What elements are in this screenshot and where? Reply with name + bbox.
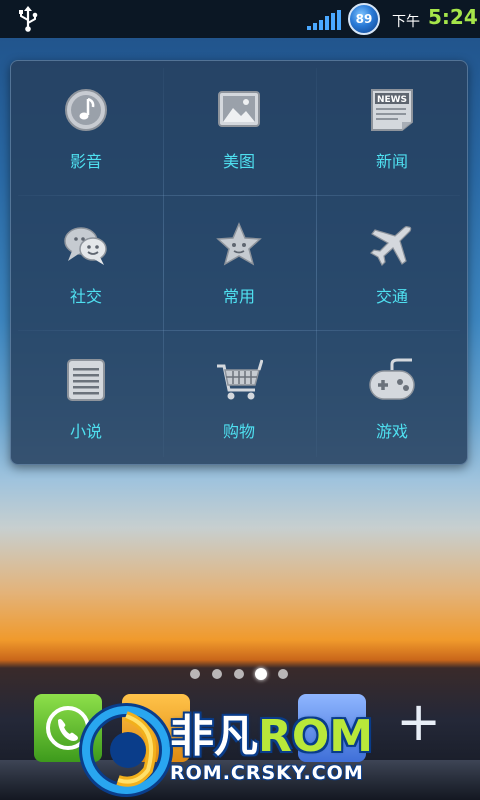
shopping-cart-icon [217, 359, 263, 400]
app-jiaotong[interactable]: 交通 [316, 195, 468, 330]
watermark-plus: + [396, 690, 442, 753]
time-period: 下午 [392, 14, 420, 30]
page-dot[interactable] [190, 669, 200, 679]
page-dot[interactable] [278, 669, 288, 679]
airplane-icon [370, 226, 412, 267]
page-dot[interactable] [234, 669, 244, 679]
app-youxi[interactable]: 游戏 [316, 330, 468, 465]
star-icon [216, 222, 262, 266]
logo-swirl-icon [79, 703, 173, 797]
page-dot-active[interactable] [255, 668, 267, 680]
clock: 5:24 [428, 5, 478, 29]
app-folder: 影音 美图 NEWS 新闻 社交 常用 交通 小说 购物 游戏 [10, 60, 468, 465]
picture-icon [218, 91, 260, 127]
app-label: 游戏 [375, 422, 408, 441]
app-label: 常用 [222, 287, 255, 306]
music-note-icon [65, 89, 107, 131]
news-icon: NEWS [371, 89, 413, 131]
app-xiaoshuo[interactable]: 小说 [10, 330, 162, 465]
watermark-url: ROM.CRSKY.COM [170, 762, 364, 784]
watermark-rom: ROM [258, 711, 374, 762]
app-grid: 影音 美图 NEWS 新闻 社交 常用 交通 小说 购物 游戏 [10, 60, 468, 465]
watermark-brand: 非凡ROM [170, 700, 373, 764]
app-label: 小说 [69, 422, 102, 441]
app-yingyin[interactable]: 影音 [10, 60, 162, 195]
usb-icon [19, 6, 38, 32]
app-label: 购物 [222, 422, 255, 441]
signal-bars-icon [307, 10, 341, 30]
app-gouwu[interactable]: 购物 [163, 330, 315, 465]
book-list-icon [67, 359, 105, 401]
app-label: 美图 [222, 152, 255, 171]
battery-indicator: 89 [348, 3, 380, 35]
app-label: 交通 [375, 287, 408, 306]
app-label: 新闻 [375, 152, 408, 171]
watermark-brand-cn: 非凡 [170, 711, 258, 762]
app-label: 影音 [69, 152, 102, 171]
app-xinwen[interactable]: NEWS 新闻 [316, 60, 468, 195]
page-dot[interactable] [212, 669, 222, 679]
svg-text:NEWS: NEWS [377, 95, 407, 105]
app-meitu[interactable]: 美图 [163, 60, 315, 195]
app-label: 社交 [69, 287, 102, 306]
app-shejiao[interactable]: 社交 [10, 195, 162, 330]
gamepad-icon [369, 358, 415, 400]
watermark-logo: 非凡ROM + ROM.CRSKY.COM [78, 690, 450, 800]
chat-bubbles-icon [64, 227, 107, 265]
app-changyong[interactable]: 常用 [163, 195, 315, 330]
status-bar: 89 下午 5:24 [0, 0, 480, 38]
